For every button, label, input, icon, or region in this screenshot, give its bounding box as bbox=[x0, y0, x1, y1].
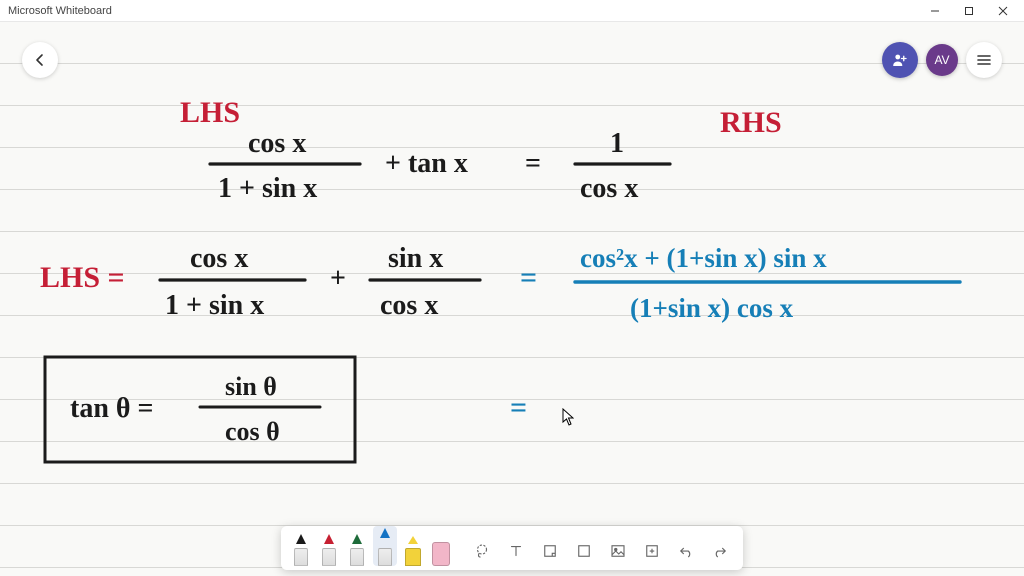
canvas-topbar: AV bbox=[0, 38, 1024, 82]
minimize-button[interactable] bbox=[918, 0, 952, 22]
pen-blue[interactable] bbox=[373, 526, 397, 566]
undo-button[interactable] bbox=[671, 536, 701, 566]
close-button[interactable] bbox=[986, 0, 1020, 22]
settings-menu-button[interactable] bbox=[966, 42, 1002, 78]
eraser-tool[interactable] bbox=[429, 532, 453, 566]
image-tool[interactable] bbox=[603, 536, 633, 566]
highlighter-yellow[interactable] bbox=[401, 532, 425, 566]
lasso-tool[interactable] bbox=[467, 536, 497, 566]
whiteboard-canvas[interactable]: AV LHS RHS cos x 1 + sin x + tan x = 1 c… bbox=[0, 22, 1024, 576]
pen-green[interactable] bbox=[345, 532, 369, 566]
back-button[interactable] bbox=[22, 42, 58, 78]
shape-tool[interactable] bbox=[569, 536, 599, 566]
window-title: Microsoft Whiteboard bbox=[4, 5, 918, 17]
user-avatar[interactable]: AV bbox=[926, 44, 958, 76]
pen-red[interactable] bbox=[317, 532, 341, 566]
window-controls bbox=[918, 0, 1020, 22]
redo-button[interactable] bbox=[705, 536, 735, 566]
add-tool[interactable] bbox=[637, 536, 667, 566]
note-tool[interactable] bbox=[535, 536, 565, 566]
text-tool[interactable] bbox=[501, 536, 531, 566]
pen-black[interactable] bbox=[289, 532, 313, 566]
maximize-button[interactable] bbox=[952, 0, 986, 22]
invite-button[interactable] bbox=[882, 42, 918, 78]
window-titlebar: Microsoft Whiteboard bbox=[0, 0, 1024, 22]
ruled-background bbox=[0, 22, 1024, 576]
pen-toolbar bbox=[281, 526, 743, 570]
